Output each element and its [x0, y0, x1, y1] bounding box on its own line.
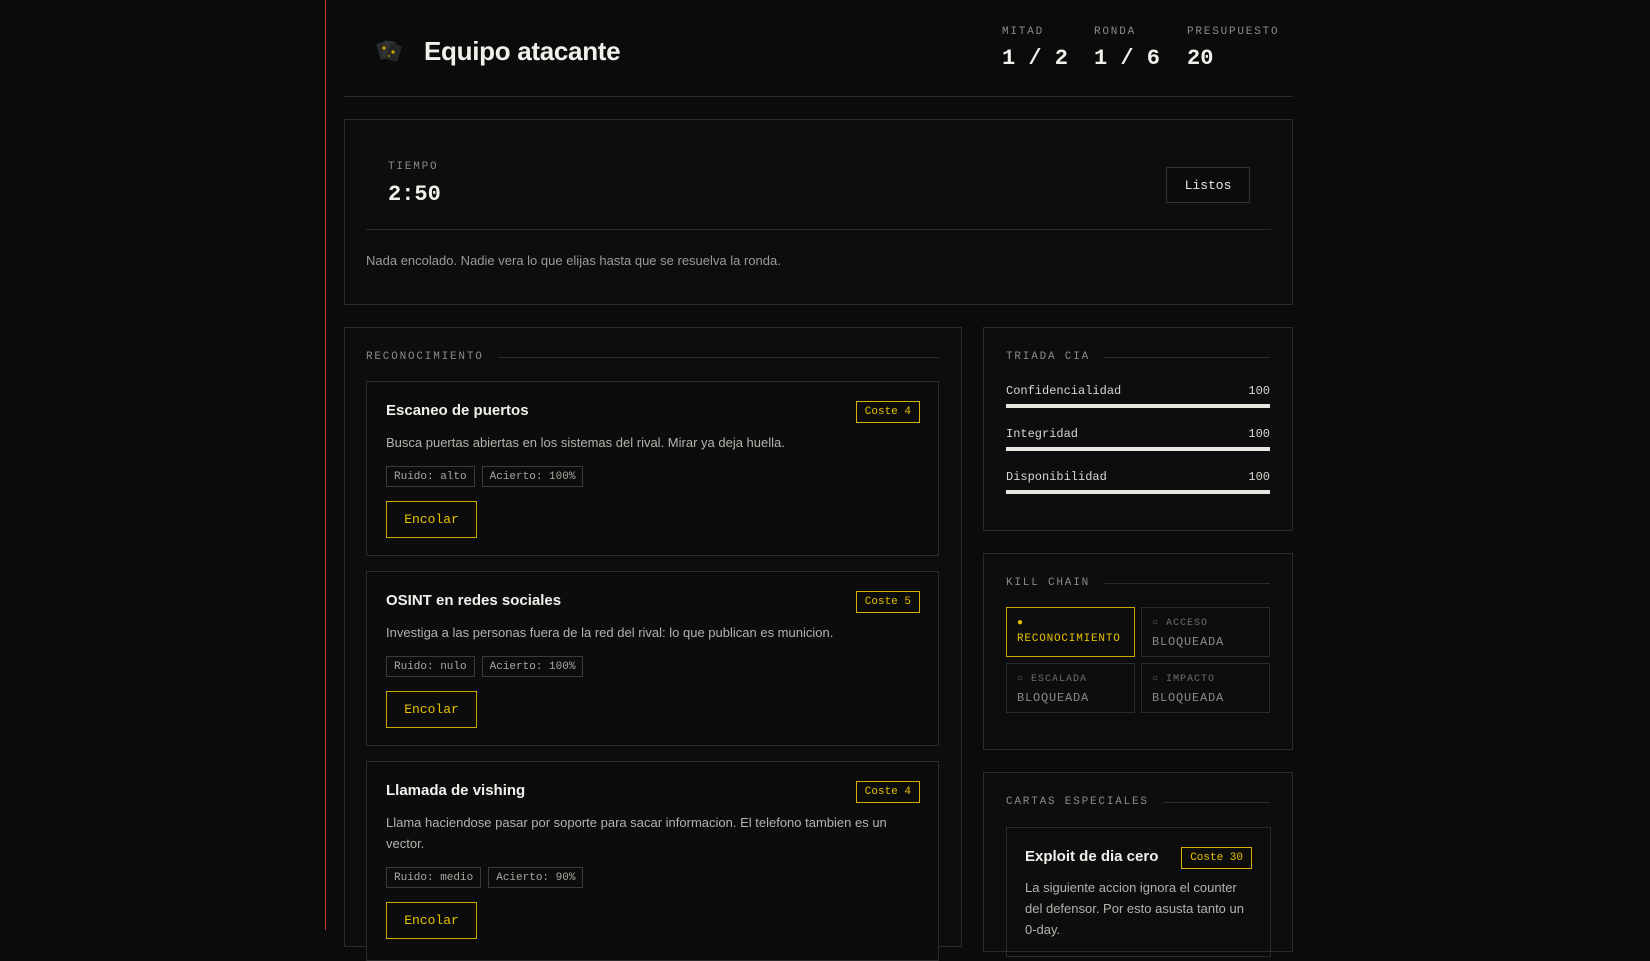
heading-rule [497, 356, 939, 358]
action-card: Escaneo de puertos Coste 4 Busca puertas… [366, 381, 939, 556]
noise-tag: Ruido: medio [386, 867, 482, 888]
cia-heading-label: TRIADA CIA [1006, 351, 1091, 363]
divider [366, 229, 1271, 230]
cia-value: 100 [1248, 427, 1270, 441]
timer-panel: TIEMPO 2:50 Listos Nada encolado. Nadie … [344, 119, 1293, 305]
kill-chain-heading-label: KILL CHAIN [1006, 577, 1091, 589]
hit-tag: Acierto: 100% [481, 466, 584, 487]
cia-bar-fill [1006, 490, 1270, 494]
kill-chain-heading: KILL CHAIN [1006, 577, 1270, 589]
cia-value: 100 [1248, 384, 1270, 398]
card-title: OSINT en redes sociales [386, 592, 562, 609]
stat-half: MITAD 1 / 2 [1002, 26, 1068, 71]
stage-status: ● [1017, 618, 1025, 629]
kill-chain-stage-access: ○ ACCESO BLOQUEADA [1141, 607, 1270, 657]
stage-state: BLOQUEADA [1152, 691, 1225, 705]
recon-panel: RECONOCIMIENTO Escaneo de puertos Coste … [344, 327, 962, 961]
stat-round: RONDA 1 / 6 [1094, 26, 1160, 71]
card-description: Investiga a las personas fuera de la red… [386, 625, 834, 640]
cia-panel: TRIADA CIA Confidencialidad 100 Integrid… [983, 327, 1293, 531]
stat-budget-label: PRESUPUESTO [1187, 26, 1280, 38]
page-title: Equipo atacante [424, 36, 621, 66]
cia-heading: TRIADA CIA [1006, 351, 1270, 363]
timer-value: 2:50 [388, 182, 441, 207]
stage-state: RECONOCIMIENTO [1017, 633, 1121, 645]
card-tags: Ruido: alto Acierto: 100% [386, 466, 584, 487]
card-tags: Ruido: medio Acierto: 90% [386, 867, 584, 888]
cia-bar [1006, 447, 1270, 451]
hit-tag: Acierto: 90% [488, 867, 584, 888]
special-cards-panel: CARTAS ESPECIALES Exploit de dia cero Co… [983, 772, 1293, 957]
special-card[interactable]: Exploit de dia cero Coste 30 La siguient… [1006, 827, 1271, 957]
stat-half-label: MITAD [1002, 26, 1045, 38]
noise-tag: Ruido: alto [386, 466, 475, 487]
hit-tag: Acierto: 100% [481, 656, 584, 677]
stage-status: ○ ACCESO [1152, 618, 1209, 629]
special-heading: CARTAS ESPECIALES [1006, 796, 1270, 808]
noise-tag: Ruido: nulo [386, 656, 475, 677]
card-title: Llamada de vishing [386, 782, 526, 799]
action-card: OSINT en redes sociales Coste 5 Investig… [366, 571, 939, 746]
kill-chain-stage-escalation: ○ ESCALADA BLOQUEADA [1006, 663, 1135, 713]
cost-badge: Coste 4 [855, 781, 920, 803]
recon-heading: RECONOCIMIENTO [366, 351, 939, 363]
action-card: Llamada de vishing Coste 4 Llama haciend… [366, 761, 939, 961]
heading-rule [1162, 801, 1270, 803]
cost-badge: Coste 30 [1181, 847, 1252, 869]
stat-budget: PRESUPUESTO 20 [1187, 26, 1279, 71]
recon-heading-label: RECONOCIMIENTO [366, 351, 484, 363]
stat-round-label: RONDA [1094, 26, 1137, 38]
kill-chain-panel: KILL CHAIN ● RECONOCIMIENTO ○ ACCESO BLO… [983, 553, 1293, 750]
stat-half-value: 1 / 2 [1002, 46, 1069, 71]
special-heading-label: CARTAS ESPECIALES [1006, 796, 1149, 808]
queue-button[interactable]: Encolar [386, 902, 477, 939]
left-edge-line [325, 0, 326, 930]
cia-bar-fill [1006, 404, 1270, 408]
card-tags: Ruido: nulo Acierto: 100% [386, 656, 584, 677]
cards-logo-icon [374, 36, 404, 66]
stage-status: ○ IMPACTO [1152, 674, 1216, 685]
special-card-title: Exploit de dia cero [1025, 848, 1159, 865]
ready-button[interactable]: Listos [1166, 167, 1250, 203]
timer-label: TIEMPO [388, 161, 439, 173]
stage-state: BLOQUEADA [1152, 635, 1225, 649]
cia-bar [1006, 490, 1270, 494]
special-card-description: La siguiente accion ignora el counter de… [1025, 880, 1244, 937]
cia-name: Confidencialidad [1006, 384, 1122, 398]
heading-rule [1104, 582, 1270, 584]
card-title: Escaneo de puertos [386, 402, 529, 419]
stage-status: ○ ESCALADA [1017, 674, 1088, 685]
kill-chain-stage-impact: ○ IMPACTO BLOQUEADA [1141, 663, 1270, 713]
stat-round-value: 1 / 6 [1094, 46, 1161, 71]
cost-badge: Coste 5 [855, 591, 920, 613]
cost-badge: Coste 4 [855, 401, 920, 423]
queue-button[interactable]: Encolar [386, 691, 477, 728]
cia-name: Integridad [1006, 427, 1079, 441]
cia-bar [1006, 404, 1270, 408]
queue-note: Nada encolado. Nadie vera lo que elijas … [366, 253, 781, 268]
card-description: Llama haciendose pasar por soporte para … [386, 815, 887, 851]
stage-state: BLOQUEADA [1017, 691, 1090, 705]
cia-value: 100 [1248, 470, 1270, 484]
card-description: Busca puertas abiertas en los sistemas d… [386, 435, 785, 450]
heading-rule [1104, 356, 1270, 358]
cia-bar-fill [1006, 447, 1270, 451]
stat-budget-value: 20 [1187, 46, 1214, 71]
cia-name: Disponibilidad [1006, 470, 1107, 484]
header: Equipo atacante MITAD 1 / 2 RONDA 1 / 6 … [344, 0, 1293, 97]
kill-chain-stage-recon: ● RECONOCIMIENTO [1006, 607, 1135, 657]
queue-button[interactable]: Encolar [386, 501, 477, 538]
